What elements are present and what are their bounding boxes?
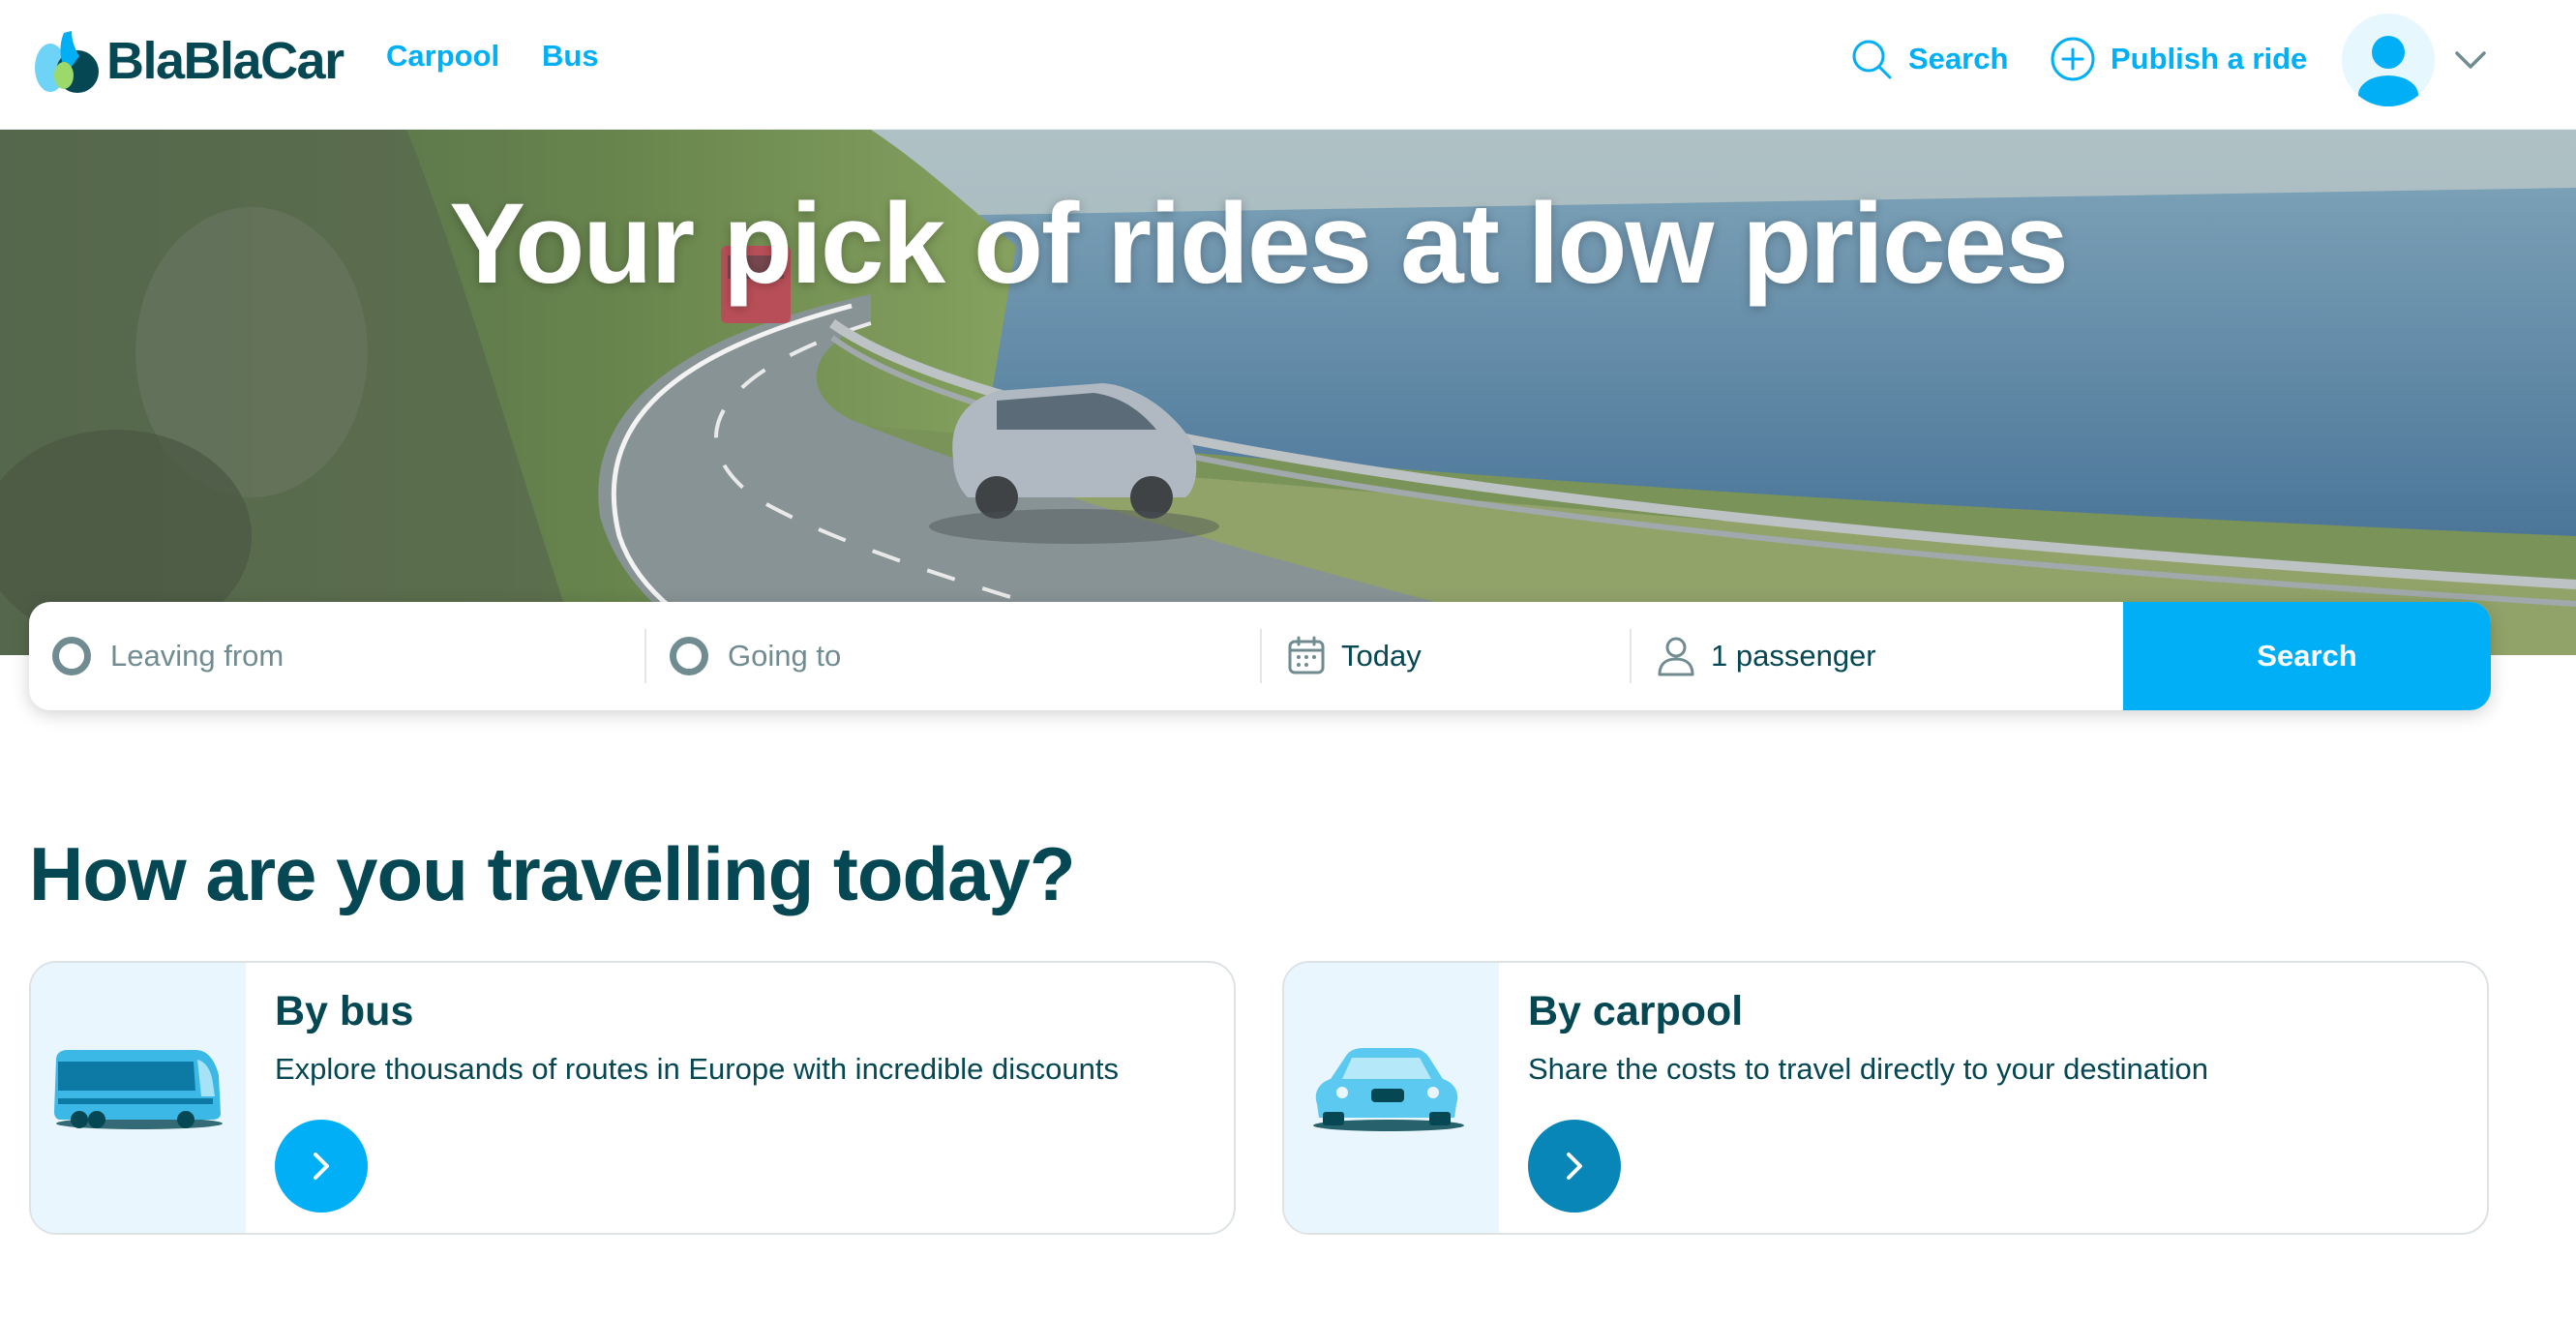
plus-circle-icon [2051,37,2095,81]
bus-illustration [31,963,246,1233]
by-bus-arrow-button[interactable] [275,1120,368,1213]
blablacar-logo[interactable]: BlaBlaCar [29,27,344,95]
publish-ride-label: Publish a ride [2111,42,2308,75]
search-icon [1852,40,1892,79]
hero-banner: Your pick of rides at low prices [0,130,2576,655]
date-value: Today [1341,639,1422,673]
by-carpool-card[interactable]: By carpool Share the costs to travel dir… [1282,961,2489,1235]
card-description: Share the costs to travel directly to yo… [1528,1052,2209,1086]
car-icon [1313,1048,1464,1131]
nav-link-carpool[interactable]: Carpool [386,39,499,74]
passengers-value: 1 passenger [1711,639,1876,673]
card-title: By carpool [1528,988,1744,1034]
section-title: How are you travelling today? [29,831,1076,916]
person-icon [1658,637,1694,676]
card-description: Explore thousands of routes in Europe wi… [275,1052,1119,1086]
calendar-icon [1288,636,1325,674]
blablacar-logo-icon [35,31,99,93]
profile-menu[interactable] [2342,14,2487,106]
logo-text: BlaBlaCar [106,32,344,90]
chevron-right-icon [314,1153,329,1180]
leaving-from-input[interactable] [110,639,614,674]
date-field[interactable]: Today [1260,602,1630,710]
bus-icon [54,1050,223,1129]
going-to-input[interactable] [728,639,1231,674]
origin-circle-icon [52,637,91,675]
nav-search-label: Search [1908,42,2009,75]
going-to-field[interactable] [644,602,1260,710]
nav-search-button[interactable]: Search [1850,32,2008,86]
by-carpool-arrow-button[interactable] [1528,1120,1621,1213]
passengers-field[interactable]: 1 passenger [1630,602,2123,710]
hero-title: Your pick of rides at low prices [449,180,2069,308]
leaving-from-field[interactable] [29,602,644,710]
car-illustration [1284,963,1499,1233]
destination-circle-icon [670,637,708,675]
nav-link-bus[interactable]: Bus [542,39,599,74]
chevron-down-icon [2455,51,2486,69]
top-navbar: BlaBlaCar Carpool Bus Search Publish a r… [0,0,2576,130]
chevron-right-icon [1567,1153,1582,1180]
ride-search-bar: Today 1 passenger Search [29,602,2491,710]
publish-ride-button[interactable]: Publish a ride [2051,32,2307,86]
user-avatar-icon [2342,14,2435,106]
search-submit-button[interactable]: Search [2123,602,2491,710]
card-title: By bus [275,988,414,1034]
by-bus-card[interactable]: By bus Explore thousands of routes in Eu… [29,961,1236,1235]
